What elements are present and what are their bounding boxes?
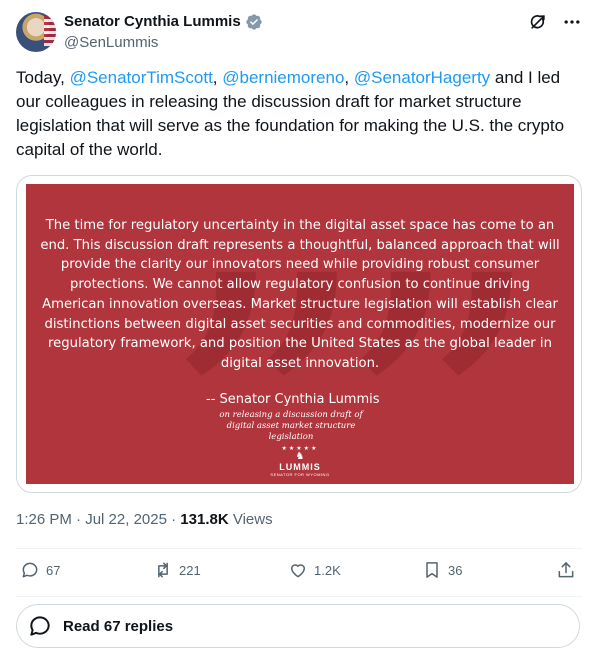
reply-icon [22,562,38,578]
verified-badge-icon[interactable] [245,13,263,31]
like-icon [291,564,305,578]
quote-image[interactable]: ”” The time for regulatory uncertainty i… [26,184,574,484]
views-label: Views [228,511,273,528]
bucking-horse-icon: ♞ [295,451,305,462]
replies-bubble-icon [30,616,50,636]
meta-dot: · [166,511,181,528]
media-card[interactable]: ”” The time for regulatory uncertainty i… [16,175,582,493]
like-count: 1.2K [314,562,341,578]
top-actions [528,12,582,32]
author-handle[interactable]: @SenLummis [64,33,158,53]
like-button[interactable]: 1.2K [288,560,341,580]
share-button[interactable] [556,560,576,580]
quote-attribution-sub: on releasing a discussion draft of digit… [219,410,363,442]
avatar[interactable] [16,12,56,52]
repost-count: 221 [179,562,201,578]
read-replies-label: Read 67 replies [63,617,174,635]
quote-text: The time for regulatory uncertainty in t… [40,218,560,371]
repost-icon [158,562,168,578]
tweet-time[interactable]: 1:26 PM [16,511,72,528]
tweet-text-before: Today, [16,68,70,87]
bookmark-count: 36 [448,562,463,578]
views-count[interactable]: 131.8K [180,511,228,528]
logo-tag: SENATOR FOR WYOMING [270,472,330,477]
repost-button[interactable]: 221 [153,560,201,580]
share-icon [558,562,574,578]
lummis-logo: ★★★★★ ♞ LUMMIS SENATOR FOR WYOMING [266,446,334,477]
tweet-text-sep: , [344,68,354,87]
mention-link[interactable]: @SenatorTimScott [70,68,213,87]
tweet-date[interactable]: Jul 22, 2025 [85,511,167,528]
more-icon[interactable] [562,12,582,32]
logo-word: LUMMIS [279,462,321,472]
bookmark-button[interactable]: 36 [422,560,462,580]
mention-link[interactable]: @SenatorHagerty [354,68,490,87]
action-bar: 67 221 1.2K 36 [16,560,582,584]
meta-dot: · [71,511,86,528]
reply-button[interactable]: 67 [20,560,60,580]
divider [16,548,582,549]
mention-link[interactable]: @berniemoreno [222,68,344,87]
read-replies-button[interactable]: Read 67 replies [16,604,580,648]
bookmark-icon [426,562,438,578]
grok-icon[interactable] [528,12,548,32]
quote-attribution: -- Senator Cynthia Lummis [206,392,380,407]
author-name-row: Senator Cynthia Lummis [64,12,263,32]
tweet-text-sep: , [212,68,223,87]
author-name[interactable]: Senator Cynthia Lummis [64,12,241,32]
divider [16,596,582,597]
tweet-meta: 1:26 PM · Jul 22, 2025 · 131.8K Views [16,510,273,530]
tweet-text: Today, @SenatorTimScott, @berniemoreno, … [16,66,582,162]
reply-count: 67 [46,562,61,578]
